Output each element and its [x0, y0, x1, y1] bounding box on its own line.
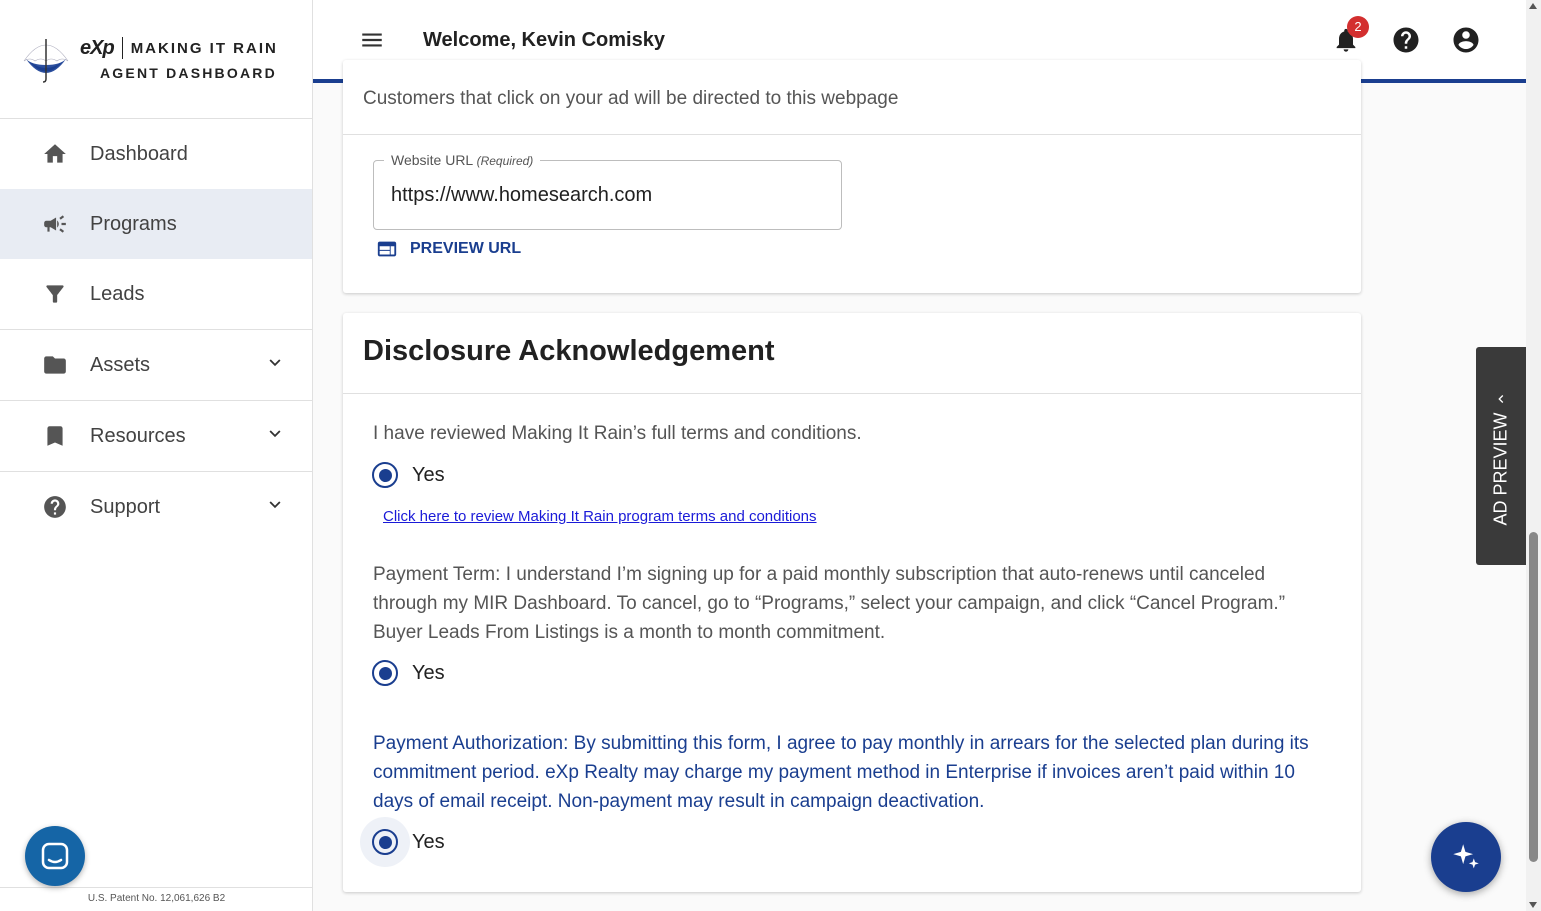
- radio-label: Yes: [412, 661, 445, 684]
- ad-preview-tab[interactable]: AD PREVIEW: [1476, 347, 1526, 565]
- umbrella-logo-icon: [23, 39, 69, 83]
- logo-subtitle: AGENT DASHBOARD: [100, 65, 277, 81]
- chevron-down-icon[interactable]: [264, 352, 286, 379]
- help-circle-icon: [42, 494, 68, 520]
- terms-conditions-link[interactable]: Click here to review Making It Rain prog…: [383, 508, 817, 525]
- chevron-left-icon: [1498, 395, 1504, 403]
- sidebar-item-dashboard[interactable]: Dashboard: [0, 119, 312, 189]
- welcome-message: Welcome, Kevin Comisky: [423, 29, 665, 51]
- chat-icon: [41, 842, 69, 870]
- sidebar: eXp MAKING IT RAIN AGENT DASHBOARD Dashb…: [0, 0, 313, 911]
- chat-button[interactable]: [25, 826, 85, 886]
- menu-icon[interactable]: [359, 27, 385, 53]
- payment-term-statement: Payment Term: I understand I’m signing u…: [373, 564, 1286, 643]
- radio-label: Yes: [412, 463, 445, 486]
- ai-assistant-button[interactable]: [1431, 822, 1501, 892]
- payment-authorization-statement: Payment Authorization: By submitting thi…: [373, 733, 1309, 812]
- sidebar-item-label: Dashboard: [90, 142, 188, 165]
- web-preview-icon: [377, 241, 397, 257]
- scroll-down-arrow-icon[interactable]: [1529, 902, 1537, 908]
- disclosure-title: Disclosure Acknowledgement: [363, 335, 775, 367]
- website-url-label: Website URL (Required): [384, 152, 541, 168]
- sidebar-item-programs[interactable]: Programs: [0, 189, 312, 259]
- account-button[interactable]: [1450, 24, 1482, 56]
- website-url-input[interactable]: https://www.homesearch.com: [391, 184, 652, 207]
- radio-label: Yes: [412, 830, 445, 853]
- sidebar-item-assets[interactable]: Assets: [0, 329, 312, 400]
- patent-notice: U.S. Patent No. 12,061,626 B2: [0, 887, 313, 911]
- terms-yes-radio[interactable]: Yes: [371, 461, 445, 489]
- website-url-description: Customers that click on your ad will be …: [363, 88, 899, 109]
- megaphone-icon: [42, 211, 68, 237]
- chevron-down-icon[interactable]: [264, 494, 286, 521]
- ad-preview-label: AD PREVIEW: [1490, 412, 1511, 526]
- sidebar-item-label: Support: [90, 495, 161, 518]
- preview-url-label: PREVIEW URL: [410, 240, 522, 257]
- disclosure-card: Disclosure Acknowledgement I have review…: [343, 313, 1361, 892]
- bookmark-icon: [42, 423, 68, 449]
- account-circle-icon: [1453, 27, 1479, 53]
- sparkle-icon: [1453, 844, 1479, 869]
- sidebar-item-label: Programs: [90, 212, 177, 235]
- website-url-field[interactable]: Website URL (Required) https://www.homes…: [373, 152, 842, 230]
- sidebar-item-label: Resources: [90, 424, 186, 447]
- radio-checked-icon: [372, 462, 398, 488]
- divider: [343, 134, 1361, 135]
- scroll-up-arrow-icon[interactable]: [1529, 3, 1537, 9]
- help-icon: [1393, 27, 1419, 53]
- payment-term-yes-radio[interactable]: Yes: [371, 659, 445, 687]
- divider: [343, 393, 1361, 394]
- radio-checked-icon: [372, 829, 398, 855]
- exp-brand: eXp: [80, 37, 123, 59]
- chevron-down-icon[interactable]: [264, 423, 286, 450]
- sidebar-item-support[interactable]: Support: [0, 471, 312, 542]
- notification-badge: 2: [1347, 16, 1369, 38]
- payment-auth-yes-radio[interactable]: Yes: [360, 817, 445, 867]
- scroll-thumb[interactable]: [1529, 532, 1538, 862]
- notifications-button[interactable]: 2: [1330, 16, 1369, 56]
- home-icon: [42, 141, 68, 167]
- logo[interactable]: eXp MAKING IT RAIN AGENT DASHBOARD: [0, 0, 312, 119]
- sidebar-item-label: Assets: [90, 353, 151, 376]
- funnel-icon: [42, 281, 68, 307]
- terms-statement: I have reviewed Making It Rain’s full te…: [373, 423, 862, 444]
- logo-title: MAKING IT RAIN: [130, 39, 278, 57]
- folder-icon: [42, 352, 68, 378]
- website-url-card: Customers that click on your ad will be …: [343, 60, 1361, 293]
- page-scrollbar[interactable]: [1526, 0, 1541, 911]
- help-button[interactable]: [1390, 24, 1422, 56]
- sidebar-item-leads[interactable]: Leads: [0, 259, 312, 329]
- sidebar-item-label: Leads: [90, 282, 145, 305]
- preview-url-button[interactable]: PREVIEW URL: [376, 238, 521, 260]
- sidebar-item-resources[interactable]: Resources: [0, 400, 312, 471]
- radio-checked-icon: [372, 660, 398, 686]
